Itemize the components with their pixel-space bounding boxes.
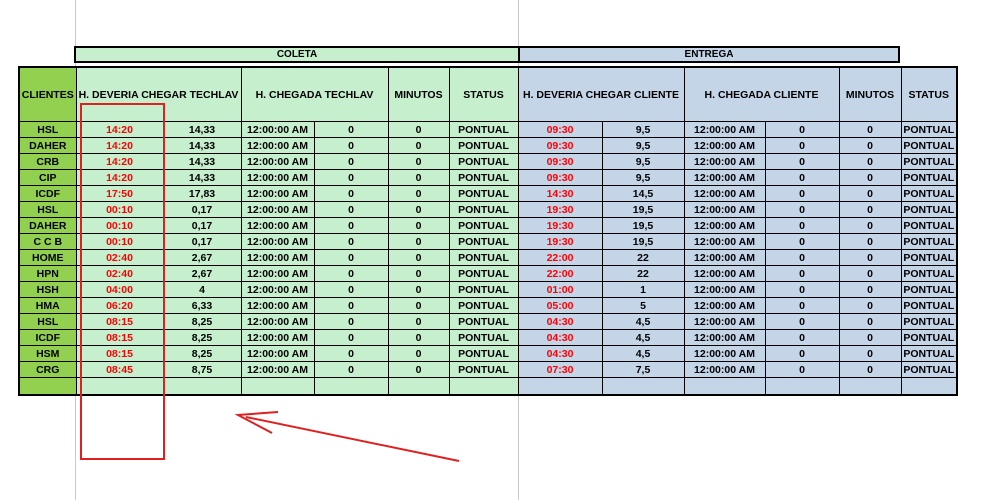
annotation-arrow-icon [234, 411, 460, 462]
